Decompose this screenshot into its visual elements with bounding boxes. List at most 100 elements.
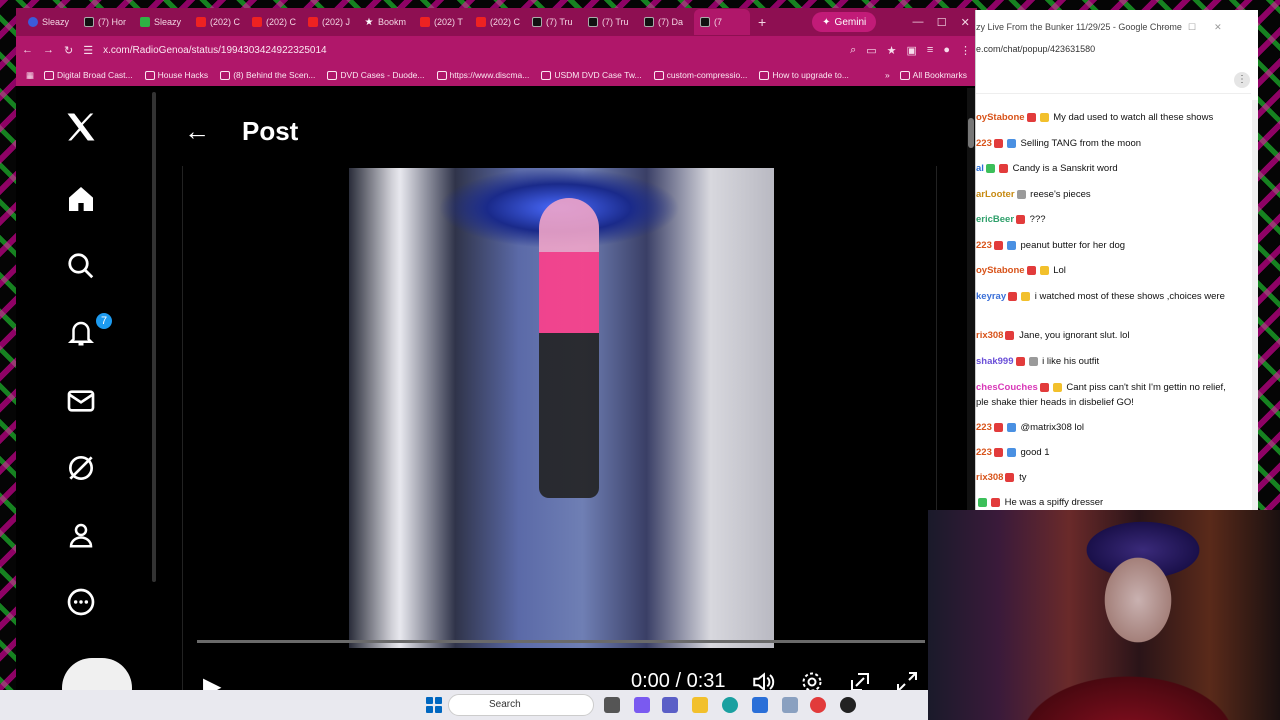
chat-message: oyStabone Lol bbox=[976, 263, 1246, 278]
chat-text: Candy is a Sanskrit word bbox=[1009, 163, 1118, 174]
back-arrow-icon[interactable]: ← bbox=[184, 116, 210, 147]
reload-icon[interactable]: ↻ bbox=[64, 44, 73, 57]
search-icon[interactable] bbox=[62, 247, 100, 285]
chat-username[interactable]: al bbox=[976, 163, 984, 174]
grok-icon[interactable] bbox=[62, 449, 100, 487]
gemini-button[interactable]: ✦ Gemini bbox=[812, 12, 877, 32]
play-icon[interactable]: ▶ bbox=[203, 672, 221, 690]
bookmark-label: How to upgrade to... bbox=[772, 70, 849, 80]
bookmark-item[interactable]: Digital Broad Cast... bbox=[44, 70, 133, 80]
browser-tab[interactable]: (7) Tru bbox=[582, 9, 638, 35]
browser-tab[interactable]: (7 bbox=[694, 9, 750, 35]
cast-icon[interactable]: ▭ bbox=[866, 44, 876, 57]
bookmark-star-icon[interactable]: ★ bbox=[887, 44, 897, 57]
video-frame bbox=[349, 168, 774, 648]
chat-username[interactable]: ericBeer bbox=[976, 214, 1014, 225]
windows-taskbar: ⌕ Search bbox=[0, 690, 928, 720]
apps-icon[interactable]: ▦ bbox=[26, 70, 34, 81]
picture-in-picture-icon[interactable] bbox=[847, 669, 873, 690]
chat-username[interactable]: 223 bbox=[976, 138, 992, 149]
sidebar-scrollbar[interactable] bbox=[152, 92, 156, 582]
browser-tab[interactable]: Sleazy bbox=[134, 9, 190, 35]
chat-username[interactable]: arLooter bbox=[976, 189, 1015, 200]
taskbar-search[interactable]: Search bbox=[448, 694, 594, 716]
back-nav-icon[interactable]: ← bbox=[22, 44, 33, 56]
chat-username[interactable]: oyStabone bbox=[976, 112, 1025, 123]
chat-toolbar bbox=[976, 68, 1251, 94]
teams-icon[interactable] bbox=[662, 697, 678, 713]
bookmark-item[interactable]: House Hacks bbox=[144, 70, 208, 80]
browser-tab[interactable]: (202) C bbox=[470, 9, 526, 35]
browser-tab[interactable]: (7) Tru bbox=[526, 9, 582, 35]
browser-tab[interactable]: (202) C bbox=[190, 9, 246, 35]
bookmark-item[interactable]: How to upgrade to... bbox=[759, 70, 849, 80]
video-player[interactable]: ▶ 0:00 / 0:31 bbox=[182, 166, 937, 690]
x-logo-icon[interactable] bbox=[62, 108, 100, 146]
new-tab-button[interactable]: + bbox=[758, 14, 772, 30]
zoom-icon[interactable]: ⌕ bbox=[850, 44, 856, 57]
chat-message: oyStabone My dad used to watch all these… bbox=[976, 110, 1246, 125]
sidepanel-icon[interactable]: ▣ bbox=[907, 44, 917, 57]
url-field[interactable]: x.com/RadioGenoa/status/1994303424922325… bbox=[103, 45, 840, 56]
chat-username[interactable]: rix308 bbox=[976, 472, 1003, 483]
chat-username[interactable]: rix308 bbox=[976, 330, 1003, 341]
volume-icon[interactable] bbox=[751, 669, 777, 690]
profile-avatar[interactable]: ● bbox=[943, 44, 950, 56]
chat-menu-icon[interactable]: ⋮ bbox=[1234, 72, 1250, 88]
chat-scrollbar[interactable] bbox=[1252, 100, 1258, 510]
bookmark-item[interactable]: custom-compressio... bbox=[653, 70, 747, 80]
site-info-icon[interactable]: ☰ bbox=[83, 44, 93, 57]
all-bookmarks[interactable]: All Bookmarks bbox=[899, 70, 967, 80]
video-progress-bar[interactable] bbox=[197, 640, 925, 643]
chat-username[interactable]: 223 bbox=[976, 422, 992, 433]
chat-badge-icon bbox=[993, 422, 1003, 432]
chat-username[interactable]: keyray bbox=[976, 291, 1006, 302]
browser-tab[interactable]: (202) C bbox=[246, 9, 302, 35]
bookmark-item[interactable]: (8) Behind the Scen... bbox=[220, 70, 315, 80]
chat-username[interactable]: 223 bbox=[976, 447, 992, 458]
webcam-overlay bbox=[928, 510, 1280, 720]
media-icon[interactable]: ≡ bbox=[927, 44, 933, 56]
more-bookmarks-icon[interactable]: » bbox=[885, 70, 890, 80]
browser-tab[interactable]: (7) Hor bbox=[78, 9, 134, 35]
bookmark-item[interactable]: USDM DVD Case Tw... bbox=[541, 70, 642, 80]
browser-tab[interactable]: (7) Da bbox=[638, 9, 694, 35]
maximize-icon[interactable]: ☐ bbox=[930, 16, 954, 29]
chat-url[interactable]: e.com/chat/popup/423631580 bbox=[976, 44, 1258, 54]
chat-username[interactable]: oyStabone bbox=[976, 265, 1025, 276]
browser-tab[interactable]: (202) J bbox=[302, 9, 358, 35]
file-explorer-icon[interactable] bbox=[692, 697, 708, 713]
edge-icon[interactable] bbox=[722, 697, 738, 713]
chat-message: ericBeer ??? bbox=[976, 212, 1246, 227]
chat-username[interactable]: shak999 bbox=[976, 356, 1014, 367]
more-icon[interactable] bbox=[62, 583, 100, 621]
browser-tab[interactable]: ★ Bookm bbox=[358, 9, 414, 35]
chat-username[interactable]: 223 bbox=[976, 240, 992, 251]
copilot-icon[interactable] bbox=[634, 697, 650, 713]
fullscreen-icon[interactable] bbox=[894, 669, 920, 690]
browser-tab[interactable]: (202) T bbox=[414, 9, 470, 35]
menu-icon[interactable]: ⋮ bbox=[960, 44, 971, 57]
minimize-icon[interactable]: — bbox=[906, 16, 930, 28]
chrome-icon[interactable] bbox=[810, 697, 826, 713]
app-icon[interactable] bbox=[782, 697, 798, 713]
task-view-icon[interactable] bbox=[604, 697, 620, 713]
mail-icon[interactable] bbox=[62, 382, 100, 420]
bookmark-item[interactable]: https://www.discma... bbox=[436, 70, 529, 80]
chat-username[interactable]: chesCouches bbox=[976, 382, 1038, 393]
bookmark-icon bbox=[327, 70, 338, 80]
store-icon[interactable] bbox=[752, 697, 768, 713]
chat-badge-icon bbox=[991, 497, 1000, 507]
profile-icon[interactable] bbox=[62, 516, 100, 554]
windows-start-icon[interactable] bbox=[426, 697, 442, 713]
settings-gear-icon[interactable] bbox=[799, 669, 825, 690]
tab-favicon-icon bbox=[588, 17, 598, 27]
home-icon[interactable] bbox=[62, 180, 100, 218]
bookmark-item[interactable]: DVD Cases - Duode... bbox=[327, 70, 425, 80]
page-scrollbar-thumb[interactable] bbox=[968, 118, 974, 148]
browser-tab[interactable]: Sleazy bbox=[22, 9, 78, 35]
chat-window-controls[interactable]: —☐✕ bbox=[1161, 22, 1240, 33]
close-icon[interactable]: ✕ bbox=[953, 16, 977, 29]
forward-nav-icon[interactable]: → bbox=[43, 44, 54, 56]
obs-icon[interactable] bbox=[840, 697, 856, 713]
